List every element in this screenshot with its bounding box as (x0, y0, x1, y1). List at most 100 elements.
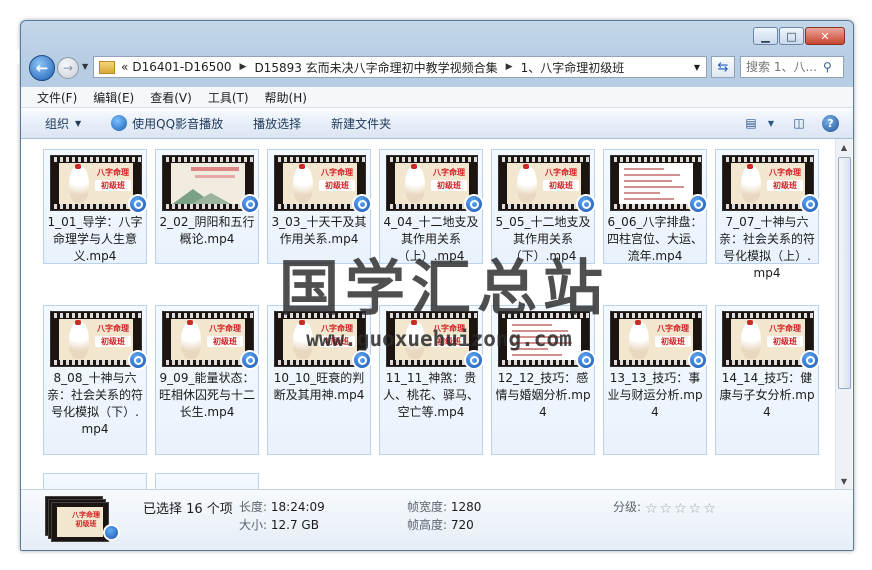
play-selection-label: 播放选择 (253, 116, 302, 131)
qq-video-badge-icon (688, 194, 708, 214)
chevron-right-icon[interactable]: ▶ (506, 62, 513, 72)
back-button[interactable]: ← (29, 55, 55, 81)
file-name: 1_01_导学：八字命理学与人生意义.mp4 (47, 215, 143, 263)
address-overflow[interactable]: « (121, 60, 128, 74)
chevron-down-icon: ▼ (75, 118, 82, 128)
thumb-title-line2: 初级班 (655, 336, 691, 347)
thumb-title-line1: 八字命理 (97, 168, 129, 177)
thumb-title-line1: 八字命理 (321, 324, 353, 333)
thumb-title-line2: 初级班 (767, 336, 803, 347)
thumb-title-line1: 八字命理 (72, 511, 100, 519)
window-controls: ▁ □ ✕ (752, 27, 845, 45)
thumb-title-line1: 八字命理 (321, 168, 353, 177)
recent-pages-chevron-icon[interactable]: ▼ (82, 62, 88, 71)
file-list[interactable]: ▲ ▼ 八字命理 初级班 1_01_导学：八字命理学与人生意义.mp4 2_02_阴阳… (21, 139, 853, 489)
file-item[interactable]: 八字命理 初级班 7_07_十神与六亲：社会关系的符号化模拟（上）.mp4 (715, 149, 820, 280)
file-item[interactable]: 八字命理 初级班 8_08_十神与六亲：社会关系的符号化模拟（下）.mp4 (43, 305, 148, 455)
thumb-title-line1: 八字命理 (769, 324, 801, 333)
thumb-title-line2: 初级班 (95, 336, 131, 347)
thumb-title-line1: 八字命理 (433, 168, 465, 177)
menu-help[interactable]: 帮助(H) (265, 89, 307, 106)
menu-view[interactable]: 查看(V) (150, 89, 192, 106)
preview-pane-icon[interactable]: ◫ (790, 114, 808, 132)
vertical-scrollbar[interactable]: ▲ ▼ (835, 139, 852, 489)
file-item[interactable]: 八字命理初级班 11_11_神煞：贵人、桃花、驿马、空亡等.mp4 (379, 305, 484, 455)
search-icon[interactable]: ⚲ (823, 60, 832, 74)
explorer-window: ▁ □ ✕ ← → ▼ « D16401-D16500 ▶ D15893 玄而未… (20, 20, 854, 551)
refresh-button[interactable]: ⇆ (711, 56, 735, 78)
file-item[interactable]: 6_06_八字排盘：四柱宫位、大运、流年.mp4 (603, 149, 708, 264)
file-name: 11_11_神煞：贵人、桃花、驿马、空亡等.mp4 (382, 371, 479, 419)
qq-play-button[interactable]: 使用QQ影音播放 (111, 115, 223, 132)
toolbar-right: ▤ ▼ ◫ ? (732, 114, 839, 132)
scroll-thumb[interactable] (838, 157, 851, 389)
rating-label: 分级: (613, 500, 642, 514)
frame-height-value: 720 (450, 518, 474, 532)
chevron-right-icon[interactable]: ▶ (240, 62, 247, 72)
thumb-title-line1: 八字命理 (769, 168, 801, 177)
file-item[interactable]: 八字命理 初级班 14_14_技巧：健康与子女分析.mp4 (715, 305, 820, 455)
file-item[interactable]: 八字命理 初级班 9_09_能量状态：旺相休囚死与十二长生.mp4 (155, 305, 260, 455)
help-icon[interactable]: ? (822, 114, 839, 132)
file-item[interactable] (43, 473, 147, 489)
selection-thumbnail: 八字命理 初级班 (45, 496, 120, 542)
thumb-title-line1: 八字命理 (433, 324, 465, 333)
file-item[interactable]: 12_12_技巧：感情与婚姻分析.mp4 (491, 305, 596, 455)
minimize-button[interactable]: ▁ (753, 27, 778, 45)
frame-height-label: 帧高度: (407, 518, 448, 532)
file-item[interactable] (155, 473, 259, 489)
qq-video-badge-icon (464, 194, 484, 214)
address-dropdown-icon[interactable]: ▼ (694, 63, 700, 72)
search-box[interactable]: ⚲ (740, 56, 844, 78)
frame-width-label: 帧宽度: (407, 500, 448, 514)
qq-video-badge-icon (800, 194, 820, 214)
address-segment-2[interactable]: D15893 玄而未决八字命理初中教学视频合集 (254, 59, 497, 76)
file-item[interactable]: 八字命理 初级班 10_10_旺衰的判断及其用神.mp4 (267, 305, 372, 455)
maximize-button[interactable]: □ (779, 27, 804, 45)
qq-player-icon (111, 115, 128, 131)
qq-video-badge-icon (688, 350, 708, 370)
address-segment-3[interactable]: 1、八字命理初级班 (521, 59, 625, 76)
view-options-icon[interactable]: ▤ (742, 114, 760, 132)
thumb-title-line2: 初级班 (319, 180, 355, 191)
menu-edit[interactable]: 编辑(E) (93, 89, 134, 106)
qq-video-badge-icon (240, 350, 260, 370)
scroll-up-icon[interactable]: ▲ (836, 139, 852, 155)
menu-file[interactable]: 文件(F) (37, 89, 77, 106)
close-button[interactable]: ✕ (805, 27, 845, 45)
rating-stars[interactable]: ☆☆☆☆☆ (645, 501, 718, 517)
new-folder-label: 新建文件夹 (331, 116, 392, 131)
file-item[interactable]: 八字命理 初级班 13_13_技巧：事业与财运分析.mp4 (603, 305, 708, 455)
thumb-title-line1: 八字命理 (657, 324, 689, 333)
play-selection-button[interactable]: 播放选择 (253, 115, 301, 132)
qq-video-badge-icon (128, 194, 148, 214)
organize-button[interactable]: 组织 ▼ (45, 115, 81, 132)
details-pane: 八字命理 初级班 已选择 16 个项 长度: 18:24:09 大小: 12.7 … (21, 489, 853, 550)
arrow-left-icon: ← (35, 59, 49, 77)
address-bar[interactable]: « D16401-D16500 ▶ D15893 玄而未决八字命理初中教学视频合… (93, 56, 707, 78)
file-item[interactable]: 八字命理 初级班 3_03_十天干及其作用关系.mp4 (267, 149, 372, 264)
menu-tools[interactable]: 工具(T) (208, 89, 249, 106)
file-item[interactable]: 八字命理 初级班 4_04_十二地支及其作用关系（上）.mp4 (379, 149, 484, 264)
scroll-down-icon[interactable]: ▼ (836, 473, 852, 489)
thumb-title-line2: 初级班 (431, 336, 467, 347)
file-name: 9_09_能量状态：旺相休囚死与十二长生.mp4 (158, 371, 255, 419)
qq-video-badge-icon (240, 194, 260, 214)
thumb-title-line2: 初级班 (319, 336, 355, 347)
length-label: 长度: (239, 500, 268, 514)
address-segment-1[interactable]: D16401-D16500 (132, 60, 231, 74)
view-chevron-down-icon[interactable]: ▼ (762, 114, 780, 132)
search-input[interactable] (746, 60, 820, 74)
organize-label: 组织 (45, 116, 70, 131)
menu-bar: 文件(F) 编辑(E) 查看(V) 工具(T) 帮助(H) (21, 87, 853, 107)
file-item[interactable]: 2_02_阴阳和五行概论.mp4 (155, 149, 260, 264)
new-folder-button[interactable]: 新建文件夹 (331, 115, 391, 132)
mouse-cursor-icon (10, 48, 19, 64)
thumb-title-line1: 八字命理 (545, 168, 577, 177)
forward-button[interactable]: → (57, 57, 79, 79)
qq-play-label: 使用QQ影音播放 (132, 116, 224, 131)
command-bar: 组织 ▼ 使用QQ影音播放 播放选择 新建文件夹 ▤ ▼ ◫ ? (21, 107, 853, 139)
file-item[interactable]: 八字命理 初级班 5_05_十二地支及其作用关系（下）.mp4 (491, 149, 596, 264)
thumb-title-line2: 初级班 (207, 336, 243, 347)
file-item[interactable]: 八字命理 初级班 1_01_导学：八字命理学与人生意义.mp4 (43, 149, 148, 264)
